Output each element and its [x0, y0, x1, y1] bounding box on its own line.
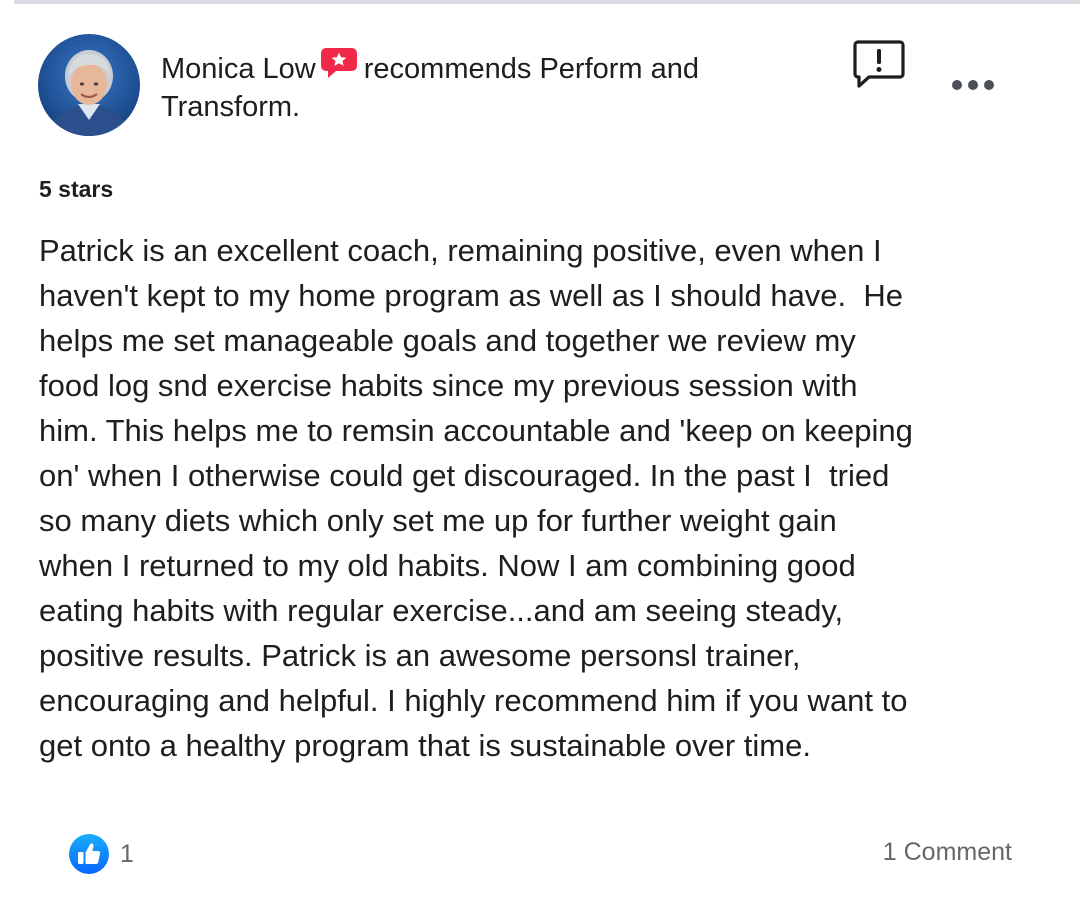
review-line: positive results. Patrick is an awesome … — [39, 638, 801, 673]
report-exclamation-icon[interactable] — [853, 38, 905, 90]
review-line: Patrick is an excellent coach, remaining… — [39, 233, 882, 268]
review-line: haven't kept to my home program as well … — [39, 278, 904, 313]
author-name[interactable]: Monica Low — [161, 53, 316, 85]
review-text: Patrick is an excellent coach, remaining… — [39, 228, 1049, 768]
avatar[interactable] — [38, 34, 140, 136]
action-text: recommends — [363, 53, 532, 85]
review-line: food log snd exercise habits since my pr… — [39, 368, 858, 403]
review-line: get onto a healthy program that is susta… — [39, 728, 811, 763]
rating-label: 5 stars — [39, 176, 114, 202]
review-line: encouraging and helpful. I highly recomm… — [39, 683, 908, 718]
review-line: helps me set manageable goals and togeth… — [39, 323, 856, 358]
like-count: 1 — [120, 839, 134, 868]
reactions-summary[interactable]: 1 — [68, 832, 134, 876]
comment-count-link[interactable]: 1 Comment — [883, 838, 1012, 867]
review-line: eating habits with regular exercise...an… — [39, 593, 844, 628]
top-divider — [14, 0, 1080, 4]
post-header: Monica Low recommends Perform and Transfo… — [161, 46, 781, 126]
review-line: him. This helps me to remsin accountable… — [39, 413, 913, 448]
more-options-icon[interactable] — [948, 74, 998, 96]
review-line: when I returned to my old habits. Now I … — [39, 548, 856, 583]
recommendation-star-badge-icon — [320, 46, 358, 80]
like-thumbs-up-icon — [68, 833, 110, 875]
review-line: so many diets which only set me up for f… — [39, 503, 837, 538]
review-line: on' when I otherwise could get discourag… — [39, 458, 890, 493]
